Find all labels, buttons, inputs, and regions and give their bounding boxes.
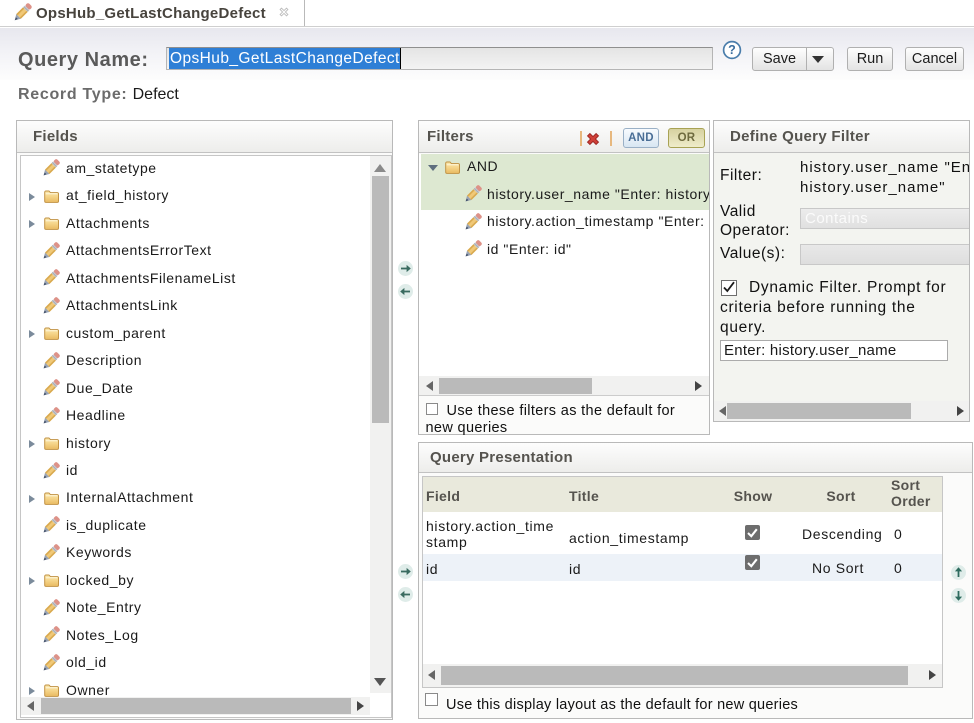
svg-text:?: ?: [728, 43, 736, 57]
